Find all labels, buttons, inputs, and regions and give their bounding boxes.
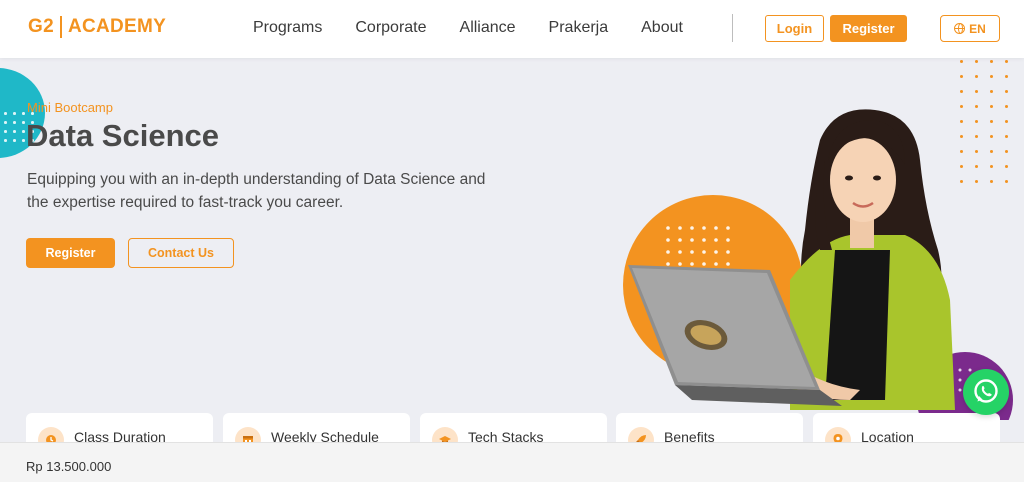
g2-academy-logo[interactable]: G2 ACADEMY (28, 16, 166, 38)
decorative-dot (960, 60, 963, 63)
program-type-label: Mini Bootcamp (27, 100, 113, 115)
hero-register-button[interactable]: Register (26, 238, 115, 268)
decorative-dot (1005, 75, 1008, 78)
hero-description: Equipping you with an in-depth understan… (27, 171, 486, 211)
decorative-dot (13, 130, 16, 133)
decorative-dot (4, 130, 7, 133)
decorative-dot (1005, 60, 1008, 63)
login-button[interactable]: Login (765, 15, 824, 42)
nav-divider (732, 14, 733, 42)
logo-divider (59, 16, 62, 38)
decorative-dot (960, 75, 963, 78)
price-label: Rp 13.500.000 (26, 459, 112, 474)
decorative-dot (4, 139, 7, 142)
decorative-dot (990, 90, 993, 93)
decorative-dot (13, 121, 16, 124)
top-header: G2 ACADEMY Programs Corporate Alliance P… (0, 0, 1024, 58)
decorative-dot (13, 112, 16, 115)
nav-programs[interactable]: Programs (253, 19, 322, 37)
whatsapp-icon (974, 379, 998, 403)
decorative-dot (22, 121, 25, 124)
globe-icon (954, 23, 966, 34)
decorative-dot (960, 90, 963, 93)
main-nav: Programs Corporate Alliance Prakerja Abo… (253, 19, 716, 37)
decorative-dot (1005, 90, 1008, 93)
decorative-dot (22, 112, 25, 115)
nav-prakerja[interactable]: Prakerja (549, 19, 609, 37)
logo-text-left: G2 (28, 16, 54, 37)
nav-corporate[interactable]: Corporate (355, 19, 426, 37)
decorative-dot (990, 60, 993, 63)
price-bar: Rp 13.500.000 (0, 442, 1024, 482)
decorative-dot (22, 130, 25, 133)
contact-us-button[interactable]: Contact Us (128, 238, 234, 268)
decorative-dot (975, 75, 978, 78)
nav-about[interactable]: About (641, 19, 683, 37)
hero-person-with-laptop-image (623, 109, 1013, 420)
decorative-dot (975, 90, 978, 93)
logo-text-right: ACADEMY (67, 16, 167, 37)
decorative-dot (4, 112, 7, 115)
decorative-dot (22, 139, 25, 142)
language-label: EN (969, 21, 986, 36)
page-title: Data Science (26, 118, 219, 153)
language-selector[interactable]: EN (940, 15, 1000, 42)
whatsapp-chat-button[interactable] (963, 369, 1009, 415)
nav-alliance[interactable]: Alliance (460, 19, 516, 37)
decorative-dot (975, 60, 978, 63)
decorative-dot (13, 139, 16, 142)
decorative-dot (990, 75, 993, 78)
decorative-dot (4, 121, 7, 124)
header-register-button[interactable]: Register (830, 15, 907, 42)
